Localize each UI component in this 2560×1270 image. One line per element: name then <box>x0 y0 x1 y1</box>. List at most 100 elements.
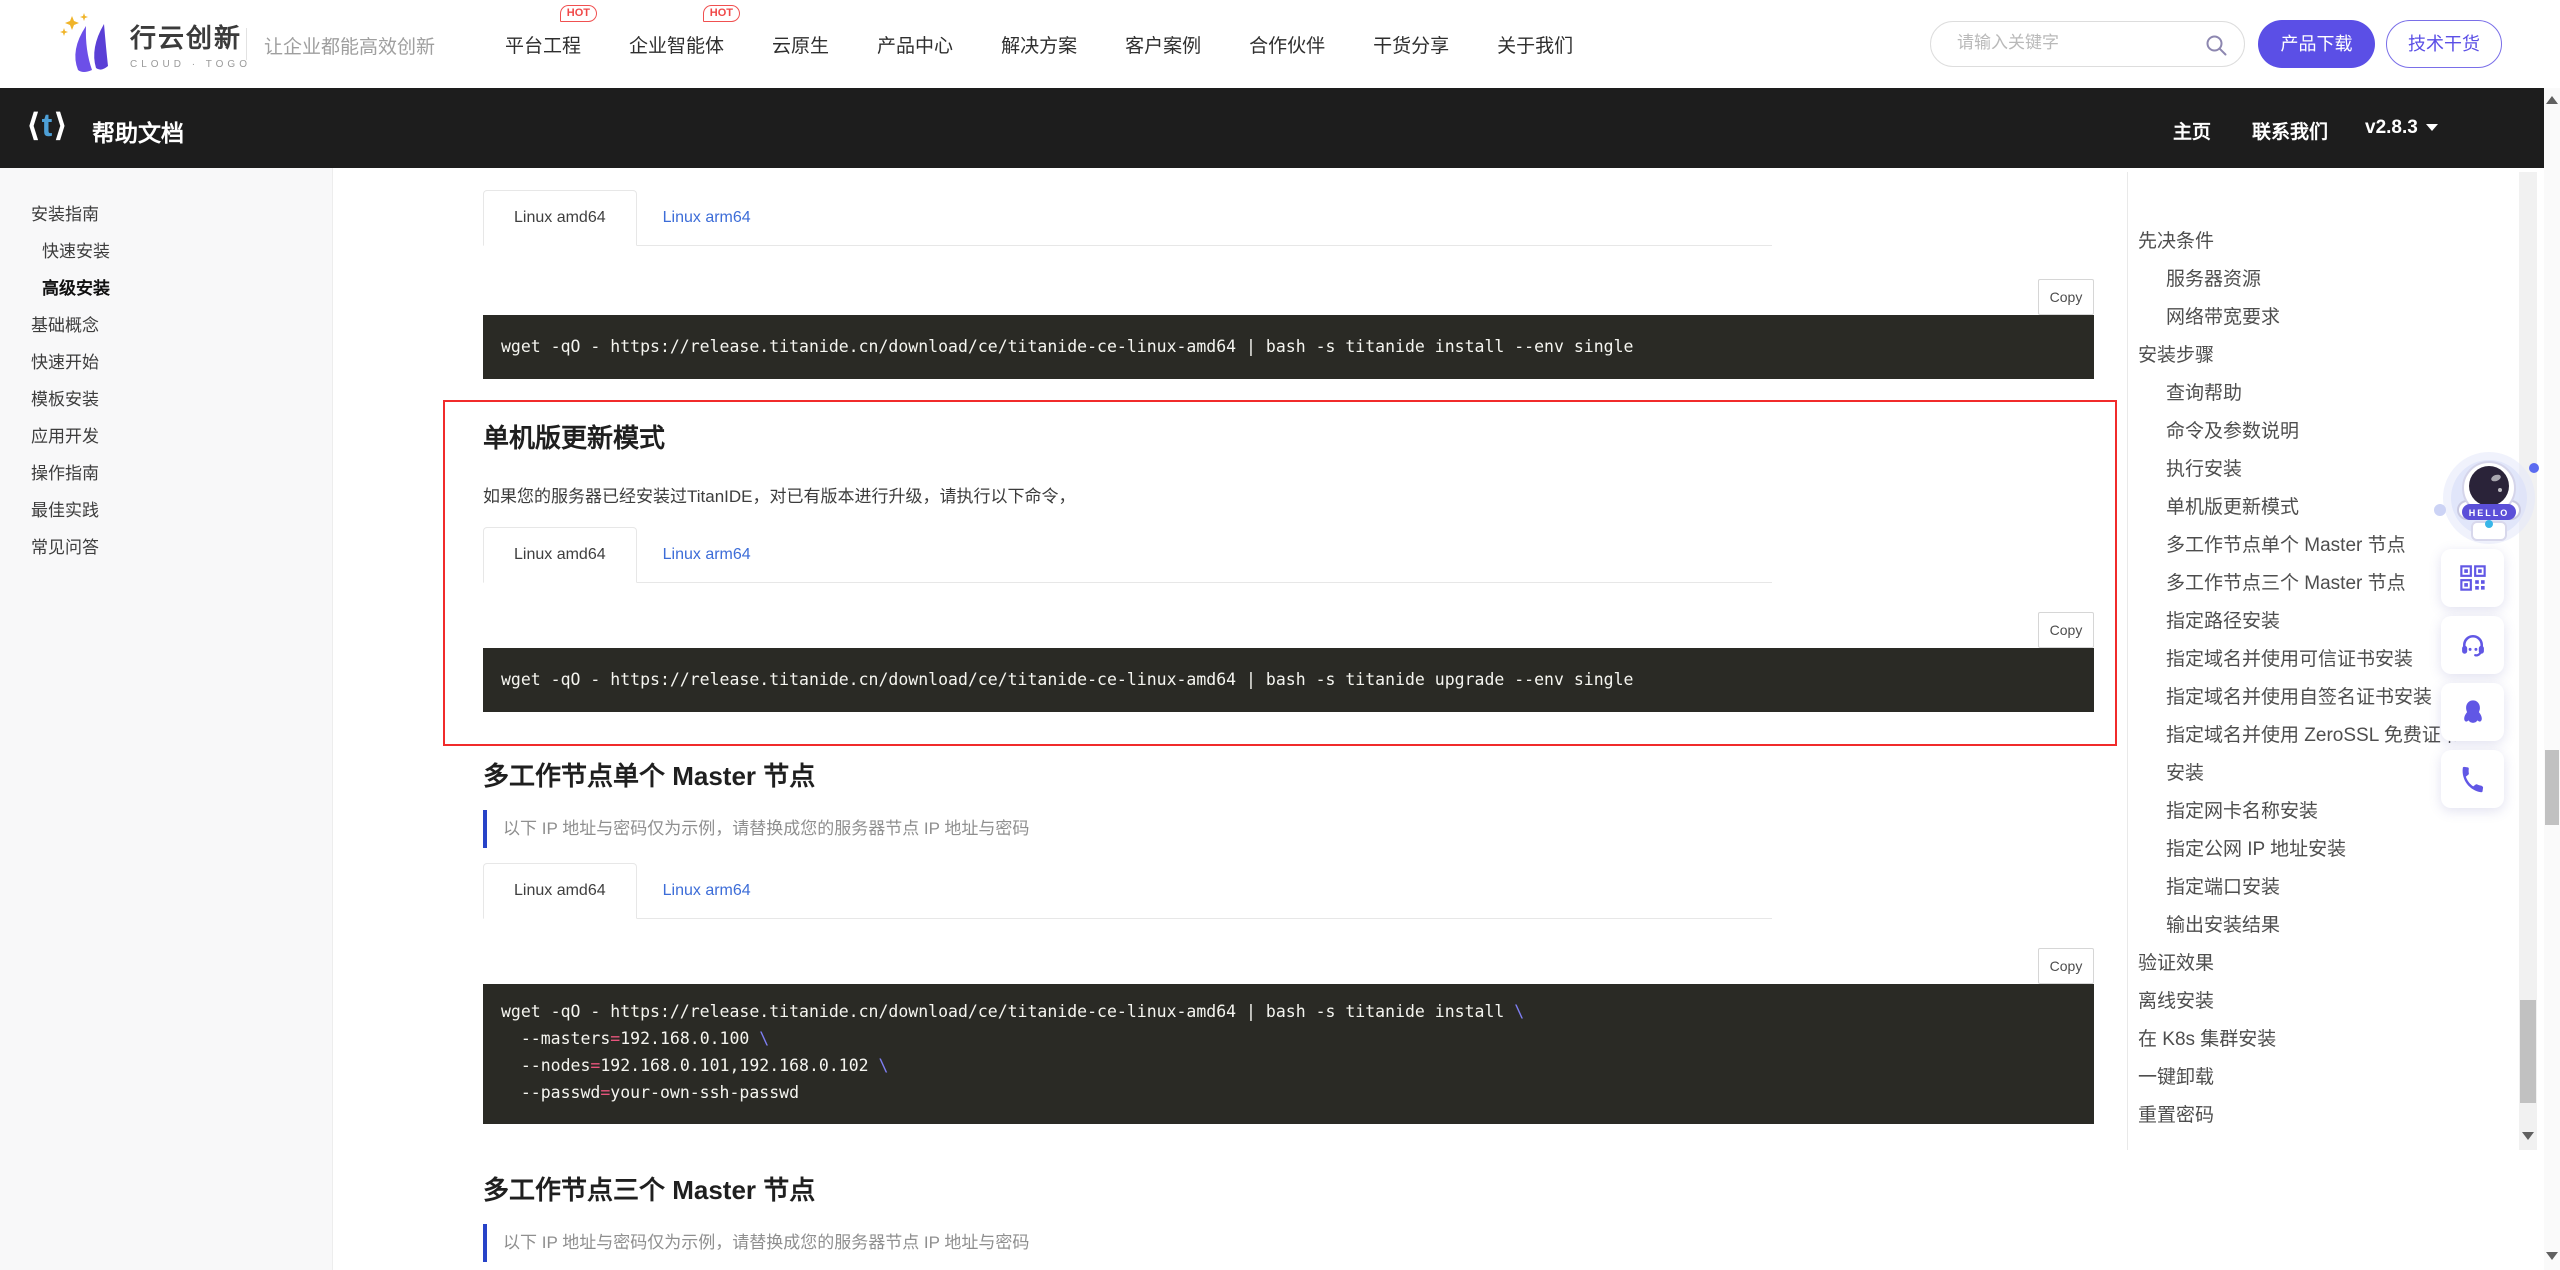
highlight-red-box <box>443 400 2117 746</box>
copy-button[interactable]: Copy <box>2038 279 2094 315</box>
top-navbar: 行云创新 CLOUD · TOGO 让企业都能高效创新 平台工程HOT 企业智能体… <box>0 0 2560 88</box>
qrcode-icon <box>2457 562 2489 594</box>
toc-item[interactable]: 输出安装结果 <box>2128 907 2461 945</box>
headset-icon <box>2457 629 2489 661</box>
toc-scrollbar-thumb[interactable] <box>2520 1000 2536 1103</box>
nav-item[interactable]: 解决方案 <box>1001 31 1077 58</box>
toc-item[interactable]: 指定域名并使用 ZeroSSL 免费证书安装 <box>2128 717 2461 793</box>
sidebar-item[interactable]: 安装指南 <box>0 196 332 233</box>
code-block-multi-single: wget -qO - https://release.titanide.cn/d… <box>483 984 2094 1124</box>
phone-icon <box>2457 763 2489 795</box>
section-title-multi-three: 多工作节点三个 Master 节点 <box>483 1170 815 1207</box>
product-download-button[interactable]: 产品下载 <box>2258 20 2375 68</box>
toc-item[interactable]: 指定路径安装 <box>2128 603 2461 641</box>
sidebar-item[interactable]: 高级安装 <box>0 270 332 307</box>
search-input[interactable] <box>1955 32 2189 54</box>
hot-badge: HOT <box>703 5 740 22</box>
copy-button[interactable]: Copy <box>2038 612 2094 648</box>
version-dropdown[interactable]: v2.8.3 <box>2365 117 2438 139</box>
phone-contact-button[interactable] <box>2441 750 2504 808</box>
toc-item[interactable]: 多工作节点单个 Master 节点 <box>2128 527 2461 565</box>
toc-item[interactable]: 指定域名并使用自签名证书安装 <box>2128 679 2461 717</box>
search-box <box>1930 21 2245 67</box>
sidebar-item[interactable]: 快速开始 <box>0 344 332 381</box>
docs-link-contact[interactable]: 联系我们 <box>2252 117 2328 144</box>
note-blockquote: 以下 IP 地址与密码仅为示例，请替换成您的服务器节点 IP 地址与密码 <box>483 1224 1029 1262</box>
toc-item[interactable]: 在 K8s 集群安装 <box>2128 1021 2520 1059</box>
brand-tagline: 让企业都能高效创新 <box>264 32 435 59</box>
toc-item[interactable]: 指定网卡名称安装 <box>2128 793 2461 831</box>
sidebar-item[interactable]: 应用开发 <box>0 418 332 455</box>
mascot-hello-text: HELLO <box>2469 508 2510 518</box>
toc-item[interactable]: 离线安装 <box>2128 983 2520 1021</box>
qq-penguin-icon <box>2457 696 2489 728</box>
sidebar-item[interactable]: 常见问答 <box>0 529 332 566</box>
nav-item[interactable]: 平台工程HOT <box>505 31 581 58</box>
toc-item[interactable]: 查询帮助 <box>2128 375 2461 413</box>
hot-badge: HOT <box>560 5 597 22</box>
nav-item[interactable]: 合作伙伴 <box>1249 31 1325 58</box>
tab-linux-amd64[interactable]: Linux amd64 <box>483 190 637 246</box>
toc-item[interactable]: 单机版更新模式 <box>2128 489 2461 527</box>
toc-item[interactable]: 指定域名并使用可信证书安装 <box>2128 641 2461 679</box>
sidebar-item[interactable]: 模板安装 <box>0 381 332 418</box>
tech-articles-button[interactable]: 技术干货 <box>2386 20 2502 68</box>
nav-item[interactable]: 云原生 <box>772 31 829 58</box>
sidebar-item[interactable]: 操作指南 <box>0 455 332 492</box>
window-scrollbar-track[interactable] <box>2544 88 2560 1270</box>
sidebar-item[interactable]: 基础概念 <box>0 307 332 344</box>
brand-divider <box>246 28 247 60</box>
section-title-multi-single: 多工作节点单个 Master 节点 <box>483 756 815 793</box>
toc-item[interactable]: 指定端口安装 <box>2128 869 2461 907</box>
toc-item[interactable]: 执行安装 <box>2128 451 2461 489</box>
brand-title: 行云创新 <box>130 18 251 55</box>
toc-item[interactable]: 重置密码 <box>2128 1097 2520 1135</box>
primary-nav: 平台工程HOT 企业智能体HOT 云原生 产品中心 解决方案 客户案例 合作伙伴 干货分享 关于… <box>505 0 1573 88</box>
toc-item[interactable]: 一键卸载 <box>2128 1059 2520 1097</box>
nav-item[interactable]: 客户案例 <box>1125 31 1201 58</box>
nav-item[interactable]: 产品中心 <box>877 31 953 58</box>
nav-item[interactable]: 关于我们 <box>1497 31 1573 58</box>
logo-bracket-left: ⟨ <box>26 107 42 143</box>
toc-item[interactable]: 安装步骤 <box>2128 337 2520 375</box>
docs-title: 帮助文档 <box>92 114 184 148</box>
mascot-astronaut[interactable]: HELLO <box>2430 448 2548 558</box>
window-scroll-up-arrow[interactable] <box>2546 96 2558 104</box>
version-label: v2.8.3 <box>2365 117 2418 138</box>
qrcode-button[interactable] <box>2441 549 2504 607</box>
sidebar-item[interactable]: 快速安装 <box>0 233 332 270</box>
tab-group-install: Linux amd64 Linux arm64 <box>483 190 1772 246</box>
qq-contact-button[interactable] <box>2441 683 2504 741</box>
toc-item[interactable]: 多工作节点三个 Master 节点 <box>2128 565 2461 603</box>
toc-item[interactable]: 网络带宽要求 <box>2128 299 2461 337</box>
toc-item[interactable]: 指定公网 IP 地址安装 <box>2128 831 2461 869</box>
tab-linux-arm64[interactable]: Linux arm64 <box>637 191 777 245</box>
support-headset-button[interactable] <box>2441 616 2504 674</box>
logo-bracket-right: ⟩ <box>53 107 69 143</box>
sidebar-nav-list: 安装指南快速安装高级安装基础概念快速开始模板安装应用开发操作指南最佳实践常见问答 <box>0 168 332 566</box>
brand-logo-icon <box>56 12 122 76</box>
code-block-install: wget -qO - https://release.titanide.cn/d… <box>483 315 2094 379</box>
chevron-down-icon <box>2426 124 2438 131</box>
toc-scroll-down-arrow[interactable] <box>2522 1132 2534 1140</box>
note-blockquote: 以下 IP 地址与密码仅为示例，请替换成您的服务器节点 IP 地址与密码 <box>483 810 1029 848</box>
toc-item[interactable]: 验证效果 <box>2128 945 2520 983</box>
left-sidebar: 安装指南快速安装高级安装基础概念快速开始模板安装应用开发操作指南最佳实践常见问答 <box>0 168 333 1270</box>
window-scroll-down-arrow[interactable] <box>2546 1252 2558 1260</box>
brand-text: 行云创新 CLOUD · TOGO <box>130 18 251 70</box>
logo-letter-t: t <box>42 107 54 143</box>
window-scrollbar-thumb[interactable] <box>2545 750 2559 825</box>
nav-item[interactable]: 企业智能体HOT <box>629 31 724 58</box>
sidebar-item[interactable]: 最佳实践 <box>0 492 332 529</box>
tab-group-multi-single: Linux amd64 Linux arm64 <box>483 863 1772 919</box>
docs-link-home[interactable]: 主页 <box>2173 117 2211 144</box>
toc-item[interactable]: 命令及参数说明 <box>2128 413 2461 451</box>
toc-item[interactable]: 服务器资源 <box>2128 261 2461 299</box>
tab-linux-amd64[interactable]: Linux amd64 <box>483 863 637 919</box>
nav-item[interactable]: 干货分享 <box>1373 31 1449 58</box>
docs-logo: ⟨t⟩ <box>26 106 69 144</box>
toc-item[interactable]: 先决条件 <box>2128 223 2520 261</box>
tab-linux-arm64[interactable]: Linux arm64 <box>637 864 777 918</box>
copy-button[interactable]: Copy <box>2038 948 2094 984</box>
search-icon[interactable] <box>2204 33 2228 57</box>
